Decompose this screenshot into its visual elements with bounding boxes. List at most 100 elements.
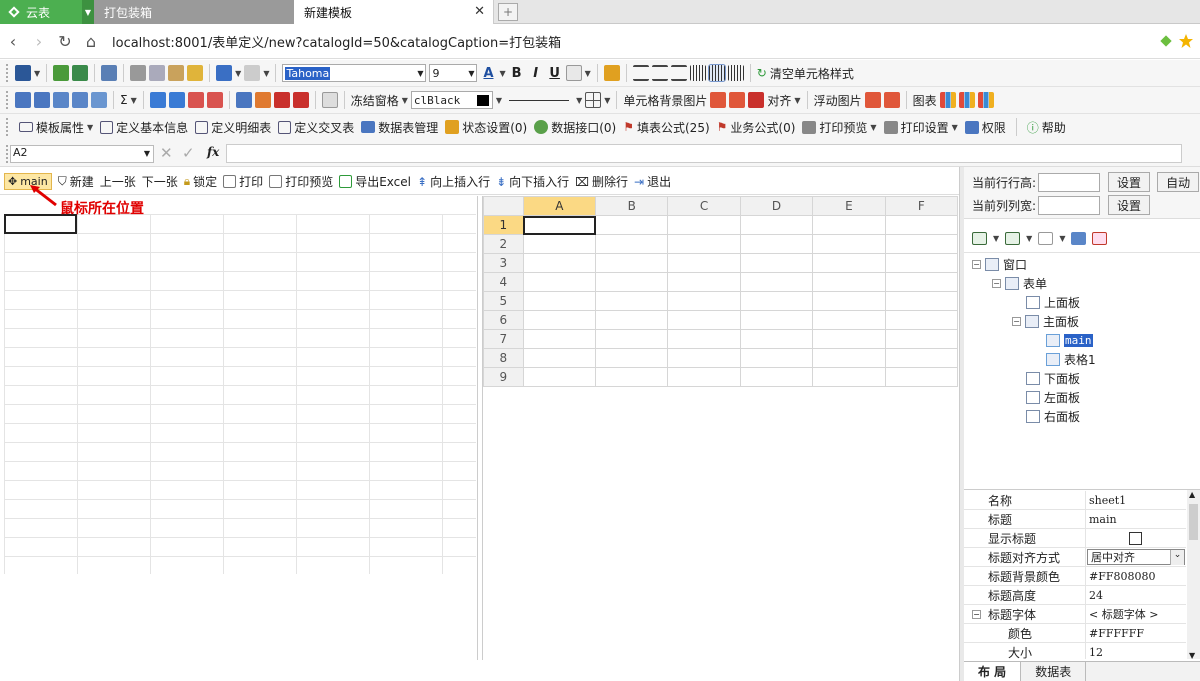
- tree-node-left-panel[interactable]: 左面板: [1026, 388, 1080, 406]
- tree-node-table1[interactable]: 表格1: [1046, 350, 1096, 368]
- row-header[interactable]: 9: [483, 367, 524, 387]
- delete-panel-icon[interactable]: [1092, 232, 1108, 245]
- define-basic-button[interactable]: 定义基本信息: [100, 119, 188, 136]
- column-header[interactable]: E: [812, 196, 886, 216]
- chevron-down-icon[interactable]: ▼: [496, 96, 502, 105]
- sheet-cell[interactable]: [667, 310, 741, 330]
- sheet-cell[interactable]: [739, 310, 814, 330]
- chevron-down-icon[interactable]: ▼: [993, 234, 999, 243]
- prop-row[interactable]: 标题对齐方式 居中对齐 ⌄: [964, 548, 1186, 567]
- forward-icon[interactable]: ›: [26, 29, 52, 55]
- auto-row-height-button[interactable]: 自动: [1157, 172, 1200, 192]
- insert-col-icon[interactable]: [168, 92, 185, 108]
- sheet-cell[interactable]: [739, 291, 814, 311]
- layout-columns-icon[interactable]: [972, 232, 987, 245]
- prop-value[interactable]: #FF808080: [1086, 567, 1186, 585]
- chevron-down-icon[interactable]: ▼: [1026, 234, 1032, 243]
- barcode2-icon[interactable]: [727, 65, 744, 81]
- sheet-cell[interactable]: [522, 310, 597, 330]
- cell2-icon[interactable]: [292, 92, 309, 108]
- form-preview-pane[interactable]: ‹ ›: [0, 196, 478, 660]
- print-button[interactable]: 打印: [223, 173, 263, 190]
- xls-icon[interactable]: [321, 92, 338, 108]
- define-cross-button[interactable]: 定义交叉表: [278, 119, 354, 136]
- collapse-icon[interactable]: −: [1012, 316, 1021, 326]
- image-frame-icon[interactable]: [748, 92, 765, 108]
- scroll-down-icon[interactable]: ▼: [1189, 651, 1195, 659]
- cell-reference-input[interactable]: A2 ▼: [10, 145, 154, 163]
- align-button[interactable]: 对齐 ▼: [767, 92, 800, 109]
- underline-button[interactable]: U: [547, 66, 563, 81]
- tab-packing[interactable]: 打包装箱: [94, 0, 294, 24]
- row-header[interactable]: 7: [483, 329, 524, 349]
- sheet-cell[interactable]: [739, 272, 814, 292]
- status-settings-button[interactable]: 状态设置(0): [445, 119, 527, 136]
- favorite-star-icon[interactable]: [1178, 33, 1194, 49]
- set-row-height-button[interactable]: 设置: [1108, 172, 1151, 192]
- row-header[interactable]: 6: [483, 310, 524, 330]
- sheet-cell[interactable]: [595, 367, 669, 387]
- sheet-cell[interactable]: [522, 348, 597, 368]
- prop-row[interactable]: 标题高度 24: [964, 586, 1186, 605]
- fill-formula-button[interactable]: ⚑ 填表公式(25): [623, 119, 709, 136]
- row-height-input[interactable]: [1038, 172, 1101, 192]
- bar-chart-icon[interactable]: [939, 92, 956, 108]
- copy-icon[interactable]: [149, 65, 166, 81]
- table-rows-icon[interactable]: [53, 92, 69, 108]
- print-settings-button[interactable]: 打印设置 ▼: [883, 119, 958, 136]
- column-header[interactable]: A: [522, 196, 597, 216]
- prop-value[interactable]: #FFFFFF: [1086, 624, 1186, 642]
- template-props-button[interactable]: 模板属性 ▼: [19, 119, 93, 136]
- sheet-cell[interactable]: [812, 253, 886, 273]
- cancel-icon[interactable]: ✕: [160, 144, 173, 162]
- sheet-cell[interactable]: [667, 348, 741, 368]
- font-size-select[interactable]: 9 ▼: [429, 64, 478, 82]
- sheet-cell[interactable]: [739, 329, 814, 349]
- column-header[interactable]: B: [595, 196, 669, 216]
- sheet-cell[interactable]: [812, 215, 886, 235]
- tree-node-main-panel[interactable]: − 主面板: [1012, 312, 1079, 330]
- permissions-button[interactable]: 权限: [964, 119, 1006, 136]
- column-header[interactable]: F: [884, 196, 958, 216]
- paste-icon[interactable]: [168, 65, 185, 81]
- align-left-icon[interactable]: [632, 65, 649, 81]
- sum-button[interactable]: Σ ▼: [120, 93, 137, 107]
- sheet-cell[interactable]: [884, 348, 958, 368]
- layout-rows-icon[interactable]: [1005, 232, 1021, 245]
- sheet-cell[interactable]: [667, 329, 741, 349]
- prop-row[interactable]: − 标题字体 < 标题字体 >: [964, 605, 1186, 624]
- add-float-image-icon[interactable]: [864, 92, 881, 108]
- home-icon[interactable]: ⌂: [78, 29, 104, 55]
- delete-row-button[interactable]: ⌧ 删除行: [575, 173, 628, 190]
- tree-node-right-panel[interactable]: 右面板: [1026, 407, 1080, 425]
- scroll-up-icon[interactable]: ▲: [1189, 490, 1195, 499]
- prop-value[interactable]: < 标题字体 >: [1086, 605, 1186, 623]
- sheet-designer[interactable]: ABCDEF 123456789 ‹ ›: [482, 196, 958, 660]
- datatable-mgmt-button[interactable]: 数据表管理: [361, 119, 438, 136]
- sheet-cell[interactable]: [595, 348, 669, 368]
- app-tab[interactable]: 云表 ▼: [0, 0, 94, 24]
- collapse-icon[interactable]: −: [972, 259, 981, 269]
- sheet-cell[interactable]: [739, 348, 814, 368]
- tree-node-bottom-panel[interactable]: 下面板: [1026, 369, 1080, 387]
- column-header[interactable]: C: [667, 196, 741, 216]
- print-preview-button[interactable]: 打印预览 ▼: [802, 119, 877, 136]
- define-detail-button[interactable]: 定义明细表: [195, 119, 271, 136]
- freeze-panes-button[interactable]: 冻结窗格 ▼: [351, 92, 408, 109]
- remove-float-image-icon[interactable]: [883, 92, 900, 108]
- prop-value[interactable]: [1086, 529, 1186, 547]
- sheet-cell[interactable]: [884, 291, 958, 311]
- prop-value[interactable]: main: [1086, 510, 1186, 528]
- preview-grid[interactable]: [4, 214, 476, 574]
- sheet-cell[interactable]: [522, 291, 597, 311]
- distribute-icon[interactable]: [689, 65, 706, 81]
- new-button[interactable]: ⛉ 新建: [58, 173, 94, 190]
- sheet-cell[interactable]: [595, 253, 669, 273]
- line-style-icon[interactable]: [509, 99, 570, 101]
- bar-chart3-icon[interactable]: [977, 92, 994, 108]
- sheet-cell[interactable]: [884, 215, 958, 235]
- sheet-cell[interactable]: [522, 234, 597, 254]
- chevron-down-icon[interactable]: ▼: [604, 96, 610, 105]
- collapse-icon[interactable]: −: [992, 278, 1001, 288]
- sheet-cell[interactable]: [667, 215, 741, 235]
